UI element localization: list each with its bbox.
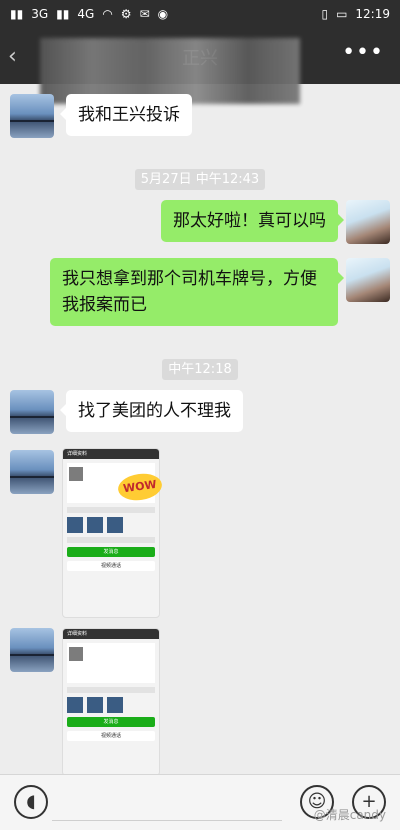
profile-card (67, 643, 155, 683)
status-left: ▮▮ 3G ▮▮ 4G ◠ ⚙ ✉ ◉ (10, 7, 168, 21)
message-text: 找了美团的人不理我 (78, 401, 231, 421)
video-call-button: 视频通话 (67, 731, 155, 741)
wifi-icon: ◠ (102, 7, 113, 21)
message-icon: ✉ (139, 7, 150, 21)
message-text: 我只想拿到那个司机车牌号，方便我报案而已 (62, 269, 317, 315)
chat-area[interactable]: 我和王兴投诉 5月27日 中午12:43 那太好啦！真可以吗 我只想拿到那个司机… (0, 84, 400, 774)
message-bubble[interactable]: 我和王兴投诉 (60, 94, 192, 136)
watermark: @清晨candy (313, 808, 386, 822)
network-label-4g: 4G (77, 7, 95, 21)
contact-avatar[interactable] (10, 94, 54, 138)
profile-photo (69, 647, 83, 661)
vibrate-icon: ▯ (321, 7, 329, 21)
contact-avatar[interactable] (10, 628, 54, 672)
message-bubble[interactable]: 找了美团的人不理我 (60, 390, 243, 432)
status-bar: ▮▮ 3G ▮▮ 4G ◠ ⚙ ✉ ◉ ▯ ▭ 12:19 (0, 0, 400, 30)
message-text: 我和王兴投诉 (78, 105, 180, 125)
network-label-3g: 3G (31, 7, 49, 21)
status-time: 12:19 (355, 7, 390, 21)
timestamp: 5月27日 中午12:43 (0, 168, 400, 190)
info-row (67, 507, 155, 513)
image-title: 详细资料 (63, 449, 159, 459)
message-input[interactable] (52, 820, 282, 821)
image-message[interactable]: 详细资料 发消息 视频通话 (62, 628, 160, 774)
my-avatar[interactable] (346, 200, 390, 244)
contact-avatar[interactable] (10, 450, 54, 494)
message-bubble[interactable]: 我只想拿到那个司机车牌号，方便我报案而已 (50, 258, 344, 326)
info-row (67, 537, 155, 543)
timestamp: 中午12:18 (0, 358, 400, 380)
voice-icon[interactable]: ◖ (14, 785, 48, 819)
my-avatar[interactable] (346, 258, 390, 302)
contact-avatar[interactable] (10, 390, 54, 434)
image-title: 详细资料 (63, 629, 159, 639)
album-thumbs (67, 517, 155, 533)
send-message-button: 发消息 (67, 717, 155, 727)
settings-icon: ⚙ (120, 7, 132, 21)
weibo-icon: ◉ (157, 7, 169, 21)
signal-icon: ▮▮ (10, 7, 24, 21)
video-call-button: 视频通话 (67, 561, 155, 571)
status-right: ▯ ▭ 12:19 (321, 7, 390, 21)
info-row (67, 687, 155, 693)
message-bubble[interactable]: 那太好啦！真可以吗 (161, 200, 344, 242)
profile-photo (69, 467, 83, 481)
battery-icon: ▭ (336, 7, 348, 21)
send-message-button: 发消息 (67, 547, 155, 557)
signal-icon: ▮▮ (56, 7, 70, 21)
album-thumbs (67, 697, 155, 713)
more-icon[interactable]: ••• (342, 40, 384, 65)
message-text: 那太好啦！真可以吗 (173, 211, 326, 231)
